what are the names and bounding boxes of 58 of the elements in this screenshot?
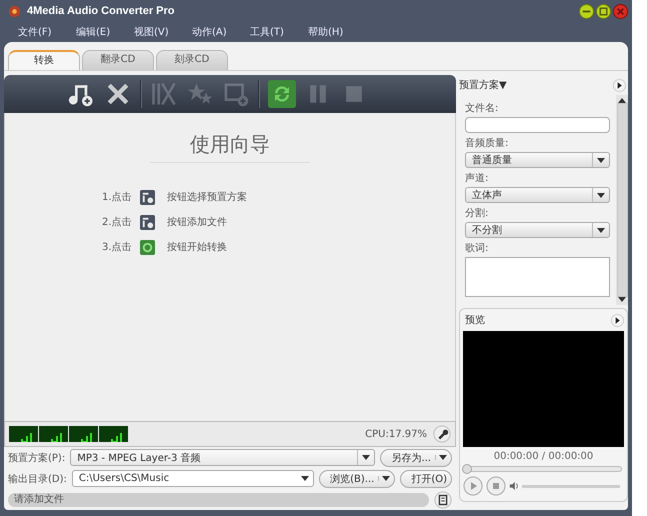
- status-bar: 请添加文件: [8, 492, 429, 506]
- menu-item[interactable]: 动作(A): [192, 25, 250, 39]
- filename-field[interactable]: [465, 117, 610, 133]
- tab[interactable]: 刻录CD: [156, 50, 228, 70]
- menu-item[interactable]: 文件(F): [18, 25, 76, 39]
- output-label: 输出目录(D):: [8, 472, 67, 486]
- cpu-usage: CPU:17.97%: [365, 428, 427, 440]
- preview-title: 预览: [464, 314, 485, 327]
- menu-item[interactable]: 帮助(H): [308, 25, 366, 39]
- output-folder-field[interactable]: C:\Users\CS\Music: [72, 470, 314, 487]
- option-dropdown[interactable]: 普通质量: [465, 152, 610, 168]
- menu-item[interactable]: 视图(V): [134, 25, 192, 39]
- tab[interactable]: 翻录CD: [82, 50, 154, 70]
- field-label: 分割:: [465, 206, 490, 219]
- caret-icon[interactable]: [301, 476, 310, 481]
- step-text: 按钮选择预置方案: [167, 190, 247, 204]
- option-dropdown[interactable]: 不分割: [465, 222, 610, 238]
- seek-slider[interactable]: [462, 464, 472, 474]
- caret-icon[interactable]: [597, 192, 605, 198]
- lyrics-field[interactable]: [465, 257, 610, 297]
- play-icon[interactable]: [463, 476, 483, 496]
- field-label: 音频质量:: [465, 136, 510, 149]
- preset-label: 预置方案(P):: [8, 452, 66, 464]
- scrollbar[interactable]: [616, 95, 628, 305]
- browse-button[interactable]: 浏览(B)...: [319, 470, 396, 488]
- field-label: 文件名:: [465, 102, 500, 114]
- step-label: 2.点击: [102, 216, 133, 229]
- playback-time: 00:00:00 / 00:00:00: [494, 451, 594, 462]
- step-label: 1.点击: [102, 190, 133, 204]
- option-dropdown[interactable]: 立体声: [465, 187, 610, 203]
- caret-icon[interactable]: [597, 228, 605, 232]
- log-icon[interactable]: [434, 490, 452, 508]
- field-label: 声道:: [465, 172, 490, 184]
- window-title: 4Media Audio Converter Pro: [27, 5, 176, 17]
- caret-icon[interactable]: [362, 455, 370, 460]
- caret-icon[interactable]: [597, 158, 605, 162]
- open-button[interactable]: 打开(O): [400, 470, 452, 488]
- step-text: 按钮开始转换: [167, 240, 227, 254]
- step-text: 按钮添加文件: [167, 216, 227, 229]
- field-label: 歌词:: [465, 242, 490, 254]
- wizard-title: 使用向导: [150, 131, 310, 163]
- save-as-button[interactable]: 另存为...: [380, 448, 452, 466]
- menu-item[interactable]: 编辑(E): [76, 25, 134, 39]
- tab[interactable]: 转换: [8, 50, 80, 70]
- caret-icon[interactable]: [382, 476, 390, 481]
- minimize-icon[interactable]: [579, 4, 594, 18]
- step-label: 3.点击: [102, 240, 133, 254]
- add-music-icon: [140, 214, 155, 230]
- stop-icon[interactable]: [486, 476, 506, 496]
- caret-icon[interactable]: [439, 455, 447, 460]
- volume-icon[interactable]: [509, 481, 519, 491]
- preset-dropdown[interactable]: MP3 - MPEG Layer-3 音频: [70, 449, 376, 466]
- menu-item[interactable]: 工具(T): [250, 25, 308, 39]
- convert-icon: [140, 240, 155, 254]
- app-logo-icon: [8, 4, 21, 18]
- preset-icon: [140, 190, 155, 204]
- preset-panel-title[interactable]: 预置方案▼: [459, 78, 507, 92]
- maximize-icon[interactable]: [596, 4, 611, 18]
